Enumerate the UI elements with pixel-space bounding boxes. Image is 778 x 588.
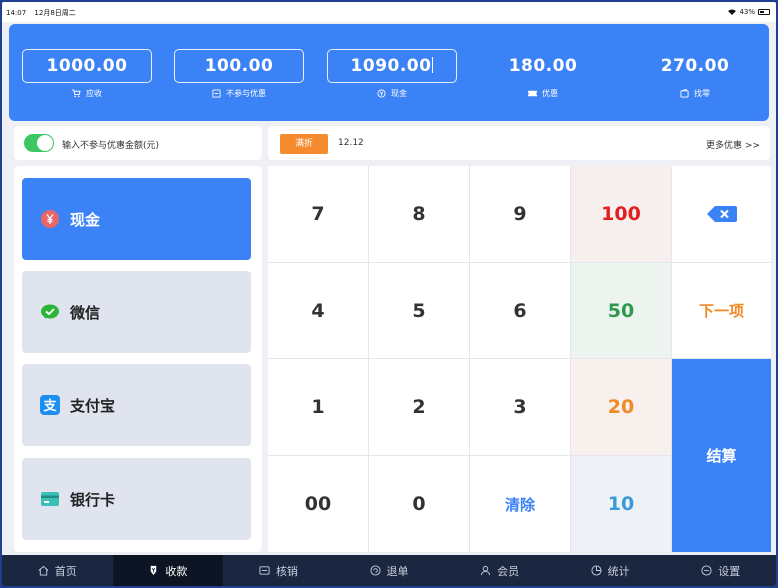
tab-home-label: 首页 (54, 564, 77, 578)
more-promotions-link[interactable]: 更多优惠 >> (706, 138, 760, 151)
promotion-value: 12.12 (338, 138, 364, 148)
cash-value: 1090.00 (350, 56, 432, 76)
excluded-label: 不参与优惠 (226, 89, 266, 98)
method-bank-card[interactable]: 银行卡 (22, 458, 251, 540)
receivable-value: 1000.00 (22, 49, 152, 83)
cart-icon (72, 89, 81, 98)
change-value: 270.00 (660, 56, 730, 76)
key-00[interactable]: 00 (268, 456, 368, 552)
text-caret (432, 57, 434, 73)
tab-settings[interactable]: 设置 (665, 555, 776, 586)
key-6[interactable]: 6 (470, 263, 570, 358)
cash-label: 现金 (391, 89, 407, 98)
tab-member-label: 会员 (497, 564, 520, 578)
key-3[interactable]: 3 (470, 359, 570, 455)
member-icon (481, 565, 491, 576)
cash-value-field[interactable]: 1090.00 (327, 49, 457, 83)
bottom-tab-bar: 首页 收款 核销 退单 会员 统计 设置 (2, 555, 776, 586)
key-20[interactable]: 20 (571, 359, 671, 455)
key-8[interactable]: 8 (369, 166, 469, 262)
method-wechat-label: 微信 (70, 303, 101, 322)
svg-text:支: 支 (42, 398, 57, 414)
excluded-amount[interactable]: 100.00 不参与优惠 (174, 49, 304, 107)
yen-circle-icon (377, 89, 386, 98)
yuan-icon (40, 209, 60, 229)
tab-settings-label: 设置 (718, 564, 741, 578)
wallet-icon (680, 89, 689, 98)
coupon-icon (528, 90, 537, 97)
bank-card-icon (40, 489, 60, 509)
method-cash-label: 现金 (70, 210, 101, 229)
tab-home[interactable]: 首页 (2, 555, 113, 586)
method-cash[interactable]: 现金 (22, 178, 251, 260)
key-50[interactable]: 50 (571, 263, 671, 358)
status-bar: 14:07 12月8日周二 43% (2, 2, 776, 22)
settle-button[interactable]: 结算 (672, 359, 771, 552)
minus-box-icon (212, 89, 221, 98)
discount-value: 180.00 (508, 56, 578, 76)
wifi-icon (728, 9, 737, 15)
tab-stats-label: 统计 (607, 564, 630, 578)
change-label: 找零 (694, 89, 710, 98)
pos-screen: 14:07 12月8日周二 43% 1000.00 应收 100.00 不参与优… (2, 2, 776, 586)
payment-icon (151, 565, 157, 576)
key-9[interactable]: 9 (470, 166, 570, 262)
payment-methods: 现金 微信 支 支付宝 银行卡 (14, 166, 262, 552)
method-bank-card-label: 银行卡 (70, 490, 116, 509)
receivable-label: 应收 (86, 89, 102, 98)
discount-amount: 180.00 优惠 (478, 49, 608, 107)
cash-amount[interactable]: 1090.00 现金 (327, 49, 457, 107)
key-5[interactable]: 5 (369, 263, 469, 358)
battery-percent: 43% (739, 8, 755, 16)
tab-stats[interactable]: 统计 (555, 555, 666, 586)
key-2[interactable]: 2 (369, 359, 469, 455)
wechat-icon (40, 302, 60, 322)
tab-payment-label: 收款 (165, 564, 188, 578)
tab-verify[interactable]: 核销 (223, 555, 334, 586)
stats-icon (591, 565, 602, 576)
status-time: 14:07 (6, 9, 27, 17)
excluded-value: 100.00 (174, 49, 304, 83)
home-icon (38, 565, 49, 576)
key-100[interactable]: 100 (571, 166, 671, 262)
backspace-button[interactable] (672, 166, 771, 262)
exclude-discount-toggle-row: 输入不参与优惠金额(元) (14, 126, 262, 160)
tab-refund-label: 退单 (386, 564, 409, 578)
key-4[interactable]: 4 (268, 263, 368, 358)
amount-header: 1000.00 应收 100.00 不参与优惠 1090.00 现金 180.0… (9, 24, 769, 121)
backspace-icon (706, 206, 737, 222)
tab-member[interactable]: 会员 (444, 555, 555, 586)
receivable-amount[interactable]: 1000.00 应收 (22, 49, 152, 107)
numeric-keypad: 7 8 9 100 4 5 6 50 下一项 1 2 3 20 结算 00 0 … (268, 166, 771, 552)
refund-icon (369, 565, 381, 576)
key-1[interactable]: 1 (268, 359, 368, 455)
verify-icon (259, 566, 270, 575)
promotion-tag[interactable]: 满折 (280, 134, 328, 154)
key-10[interactable]: 10 (571, 456, 671, 552)
method-alipay[interactable]: 支 支付宝 (22, 364, 251, 446)
alipay-icon: 支 (40, 395, 60, 415)
tab-verify-label: 核销 (275, 564, 298, 578)
key-0[interactable]: 0 (369, 456, 469, 552)
exclude-discount-switch[interactable] (24, 134, 54, 152)
clear-button[interactable]: 清除 (470, 456, 570, 552)
battery-icon (758, 9, 770, 15)
settings-icon (701, 565, 712, 576)
status-date: 12月8日周二 (34, 9, 76, 17)
method-wechat[interactable]: 微信 (22, 271, 251, 353)
method-alipay-label: 支付宝 (70, 396, 116, 415)
change-amount: 270.00 找零 (630, 49, 760, 107)
next-item-button[interactable]: 下一项 (672, 263, 771, 358)
tab-refund[interactable]: 退单 (334, 555, 445, 586)
key-7[interactable]: 7 (268, 166, 368, 262)
promotion-bar: 满折 12.12 更多优惠 >> (268, 126, 770, 160)
discount-label: 优惠 (542, 89, 558, 98)
tab-payment[interactable]: 收款 (112, 555, 224, 586)
exclude-discount-label: 输入不参与优惠金额(元) (62, 141, 160, 151)
